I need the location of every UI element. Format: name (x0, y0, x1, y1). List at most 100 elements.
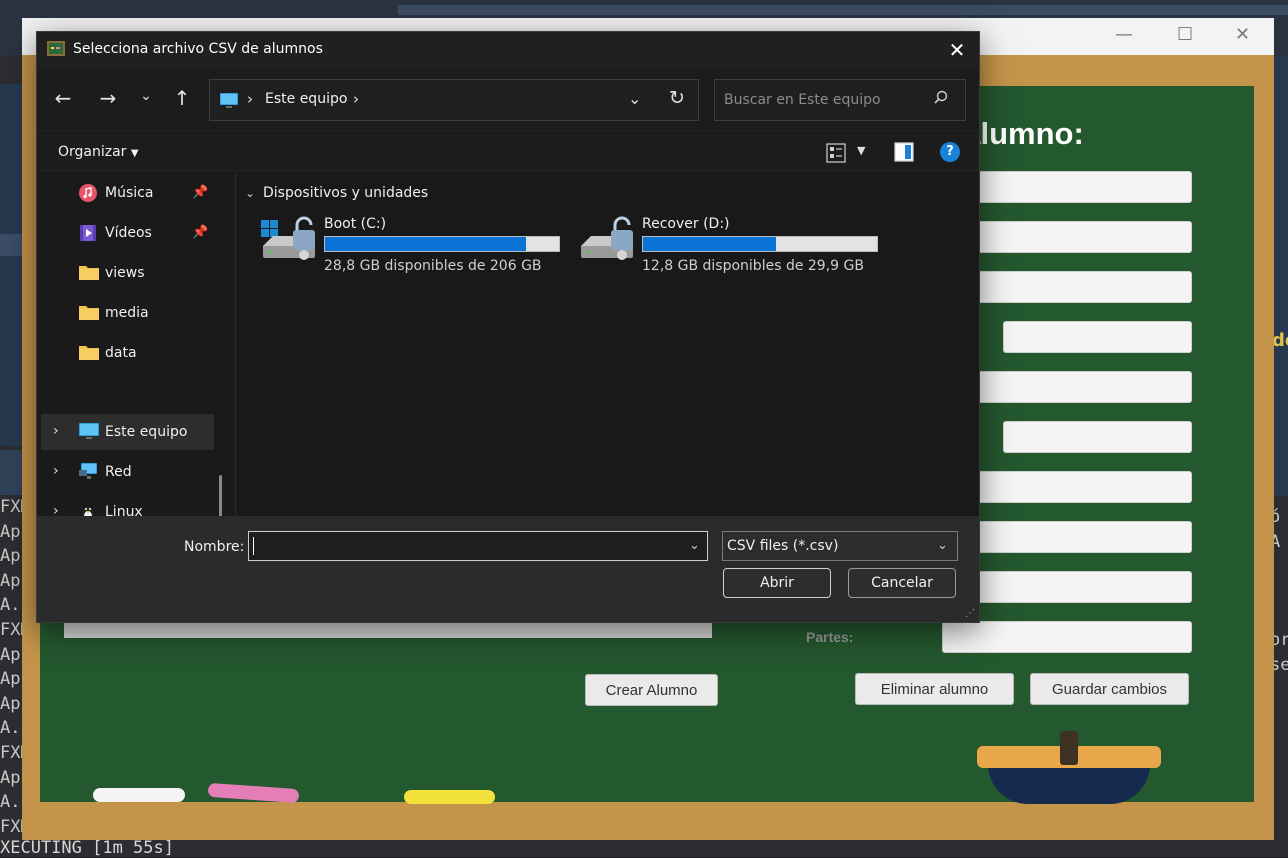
sidebar-item-label: Vídeos (105, 225, 152, 241)
ide-right-text: de (1272, 330, 1288, 351)
eliminar-alumno-button[interactable]: Eliminar alumno (855, 673, 1014, 705)
resize-grip-icon[interactable]: ⋰ (965, 608, 975, 619)
terminal-exec-line: XECUTING [1m 55s] (0, 838, 174, 858)
sidebar-item-musica[interactable]: Música 📌 (37, 175, 235, 211)
drive-icon (261, 216, 315, 260)
recent-locations-chevron-icon[interactable]: ⌄ (132, 88, 160, 104)
sidebar-item-data[interactable]: data (37, 335, 235, 371)
form-field[interactable] (958, 171, 1192, 203)
folder-icon (79, 346, 99, 360)
close-icon[interactable]: ✕ (1235, 24, 1250, 45)
organize-button[interactable]: Organizar ▼ (58, 144, 139, 160)
sidebar-item-linux[interactable]: › Linux (37, 494, 235, 516)
drive-icon (581, 216, 633, 260)
drive-usage-fill (325, 237, 527, 251)
file-type-select[interactable]: CSV files (*.csv) ⌄ (722, 531, 958, 561)
drive-usage-bar (324, 236, 560, 252)
music-icon (79, 184, 97, 202)
search-box[interactable]: Buscar en Este equipo (714, 79, 966, 121)
chevron-down-icon[interactable]: ⌄ (689, 538, 700, 553)
breadcrumb-chevron-icon[interactable]: › (353, 90, 359, 108)
sidebar-scrollbar[interactable] (219, 475, 222, 516)
group-header[interactable]: Dispositivos y unidades (263, 185, 428, 201)
sidebar-item-red[interactable]: › Red (37, 454, 235, 490)
yellow-chalk (404, 790, 495, 804)
sidebar-item-media[interactable]: media (37, 295, 235, 331)
up-arrow-icon[interactable]: ↑ (168, 86, 196, 110)
back-arrow-icon[interactable]: ← (49, 86, 77, 110)
view-caret-icon[interactable]: ▼ (857, 144, 865, 157)
close-icon[interactable]: ✕ (941, 38, 973, 62)
sidebar-item-label: Música (105, 185, 154, 201)
sidebar-item-label: views (105, 265, 145, 281)
expand-chevron-icon[interactable]: › (53, 503, 59, 516)
view-options-icon[interactable] (826, 143, 846, 163)
video-icon (80, 225, 96, 241)
form-field[interactable] (958, 521, 1192, 553)
refresh-icon[interactable]: ↻ (669, 87, 685, 109)
breadcrumb-este-equipo[interactable]: Este equipo (265, 91, 347, 107)
form-field[interactable] (958, 271, 1192, 303)
drive-usage-fill (643, 237, 777, 251)
search-input[interactable]: Buscar en Este equipo (724, 92, 881, 108)
sidebar-item-label: Red (105, 464, 132, 480)
pin-icon[interactable]: 📌 (192, 225, 208, 240)
sidebar-item-videos[interactable]: Vídeos 📌 (37, 215, 235, 251)
text-caret (253, 537, 254, 555)
maximize-icon[interactable]: ☐ (1177, 24, 1193, 45)
file-type-value: CSV files (*.csv) (727, 538, 839, 554)
drive-usage-bar (642, 236, 878, 252)
ide-tab-strip (398, 5, 1288, 15)
drive-name: Recover (D:) (642, 216, 730, 232)
breadcrumb-chevron-icon[interactable]: › (247, 90, 253, 108)
chevron-down-icon[interactable]: ⌄ (628, 89, 641, 108)
chevron-down-icon[interactable]: ⌄ (937, 538, 948, 553)
group-collapse-chevron-icon[interactable]: ⌄ (245, 186, 255, 200)
organize-label: Organizar (58, 144, 127, 160)
drive-free-space: 28,8 GB disponibles de 206 GB (324, 258, 542, 274)
minimize-icon[interactable]: — (1115, 24, 1133, 45)
guardar-cambios-button[interactable]: Guardar cambios (1030, 673, 1189, 705)
search-icon[interactable] (933, 90, 949, 106)
partes-field[interactable] (942, 621, 1192, 653)
sidebar-item-label: Linux (105, 504, 143, 516)
eraser-handle (1060, 731, 1078, 765)
computer-icon (79, 423, 99, 439)
computer-icon (220, 93, 238, 108)
crear-alumno-button[interactable]: Crear Alumno (585, 674, 718, 706)
caret-down-icon: ▼ (130, 148, 139, 159)
expand-chevron-icon[interactable]: › (53, 463, 59, 479)
file-dialog: Selecciona archivo CSV de alumnos ✕ ← → … (36, 31, 980, 623)
form-field[interactable] (958, 571, 1192, 603)
network-icon (79, 463, 97, 479)
drive-item-d[interactable]: Recover (D:) 12,8 GB disponibles de 29,9… (579, 216, 879, 280)
address-bar[interactable]: › Este equipo › ⌄ ↻ (209, 79, 699, 121)
drive-name: Boot (C:) (324, 216, 387, 232)
pin-icon[interactable]: 📌 (192, 185, 208, 200)
navigation-pane: Música 📌 Vídeos 📌 views media data › Est… (37, 172, 235, 516)
white-chalk (93, 788, 185, 802)
cancel-button[interactable]: Cancelar (848, 568, 956, 598)
folder-icon (79, 306, 99, 320)
help-icon[interactable]: ? (940, 142, 960, 162)
form-field[interactable] (958, 471, 1192, 503)
preview-pane-icon[interactable] (894, 142, 914, 162)
partes-label: Partes: (806, 629, 854, 645)
form-field[interactable] (1003, 421, 1192, 453)
expand-chevron-icon[interactable]: › (53, 423, 59, 439)
open-button[interactable]: Abrir (723, 568, 831, 598)
filename-label: Nombre: (184, 539, 245, 555)
app-icon (47, 41, 65, 56)
drive-item-c[interactable]: Boot (C:) 28,8 GB disponibles de 206 GB (261, 216, 561, 280)
sidebar-item-views[interactable]: views (37, 255, 235, 291)
sidebar-item-este-equipo[interactable]: › Este equipo (41, 414, 214, 450)
form-field[interactable] (1003, 321, 1192, 353)
linux-icon (82, 506, 94, 516)
form-field[interactable] (958, 371, 1192, 403)
drive-free-space: 12,8 GB disponibles de 29,9 GB (642, 258, 864, 274)
filename-input[interactable]: ⌄ (248, 531, 708, 561)
form-field[interactable] (958, 221, 1192, 253)
forward-arrow-icon[interactable]: → (94, 86, 122, 110)
sidebar-item-label: data (105, 345, 137, 361)
board-ledge (22, 802, 1274, 840)
